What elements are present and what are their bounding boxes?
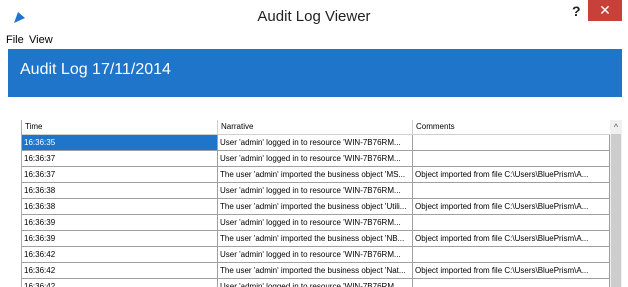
table-row[interactable]: 16:36:42 User 'admin' logged in to resour… [22, 279, 610, 287]
cell-time: 16:36:42 [22, 263, 218, 278]
cell-narrative: The user 'admin' imported the business o… [218, 199, 413, 214]
cell-comments [413, 135, 610, 150]
table-row[interactable]: 16:36:35 User 'admin' logged in to resour… [22, 135, 610, 151]
window-title: Audit Log Viewer [257, 8, 371, 25]
chevron-up-icon[interactable]: ^ [610, 120, 622, 134]
table-row[interactable]: 16:36:37 User 'admin' logged in to resour… [22, 151, 610, 167]
cell-comments: Object imported from file C:\Users\BlueP… [413, 167, 610, 182]
cell-comments [413, 151, 610, 166]
cell-comments [413, 183, 610, 198]
cell-time: 16:36:35 [22, 135, 218, 150]
cell-comments: Object imported from file C:\Users\BlueP… [413, 199, 610, 214]
column-header-narrative[interactable]: Narrative [218, 120, 413, 134]
cell-comments [413, 279, 610, 287]
cell-narrative: The user 'admin' imported the business o… [218, 231, 413, 246]
cell-narrative: User 'admin' logged in to resource 'WIN-… [218, 215, 413, 230]
help-button[interactable]: ? [572, 3, 581, 19]
cell-comments: Object imported from file C:\Users\BlueP… [413, 231, 610, 246]
cell-narrative: User 'admin' logged in to resource 'WIN-… [218, 183, 413, 198]
cell-comments: Object imported from file C:\Users\BlueP… [413, 263, 610, 278]
title-bar: Audit Log Viewer ? ✕ [0, 0, 628, 32]
cell-narrative: User 'admin' logged in to resource 'WIN-… [218, 135, 413, 150]
cell-comments [413, 215, 610, 230]
cell-comments [413, 247, 610, 262]
close-button[interactable]: ✕ [588, 0, 622, 21]
menu-view[interactable]: View [29, 34, 53, 46]
cell-time: 16:36:37 [22, 151, 218, 166]
cell-time: 16:36:39 [22, 215, 218, 230]
table-body: 16:36:35 User 'admin' logged in to resour… [22, 135, 610, 287]
menu-bar: File View [0, 32, 628, 49]
cell-narrative: User 'admin' logged in to resource 'WIN-… [218, 247, 413, 262]
column-header-time[interactable]: Time [22, 120, 218, 134]
audit-log-header: Audit Log 17/11/2014 [8, 49, 622, 97]
audit-log-viewer-window: Audit Log Viewer ? ✕ File View Audit Log… [0, 0, 628, 287]
cell-time: 16:36:38 [22, 183, 218, 198]
table-row[interactable]: 16:36:39 User 'admin' logged in to resour… [22, 215, 610, 231]
table-row[interactable]: 16:36:39 The user 'admin' imported the bu… [22, 231, 610, 247]
cell-time: 16:36:39 [22, 231, 218, 246]
cell-time: 16:36:42 [22, 247, 218, 262]
audit-log-table: Time Narrative Comments 16:36:35 User 'ad… [21, 120, 622, 287]
page-title: Audit Log 17/11/2014 [20, 61, 171, 78]
table-row[interactable]: 16:36:42 The user 'admin' imported the bu… [22, 263, 610, 279]
cell-time: 16:36:42 [22, 279, 218, 287]
column-header-comments[interactable]: Comments [413, 120, 610, 134]
table-row[interactable]: 16:36:42 User 'admin' logged in to resour… [22, 247, 610, 263]
cell-narrative: The user 'admin' imported the business o… [218, 263, 413, 278]
cell-time: 16:36:37 [22, 167, 218, 182]
vertical-scrollbar[interactable]: ^ [610, 120, 622, 287]
scrollbar-thumb[interactable] [611, 134, 621, 287]
table-row[interactable]: 16:36:38 User 'admin' logged in to resour… [22, 183, 610, 199]
table-header: Time Narrative Comments [22, 120, 610, 135]
table-row[interactable]: 16:36:37 The user 'admin' imported the bu… [22, 167, 610, 183]
table-row[interactable]: 16:36:38 The user 'admin' imported the bu… [22, 199, 610, 215]
cell-time: 16:36:38 [22, 199, 218, 214]
cell-narrative: User 'admin' logged in to resource 'WIN-… [218, 151, 413, 166]
cell-narrative: User 'admin' logged in to resource 'WIN-… [218, 279, 413, 287]
menu-file[interactable]: File [6, 34, 24, 46]
cell-narrative: The user 'admin' imported the business o… [218, 167, 413, 182]
